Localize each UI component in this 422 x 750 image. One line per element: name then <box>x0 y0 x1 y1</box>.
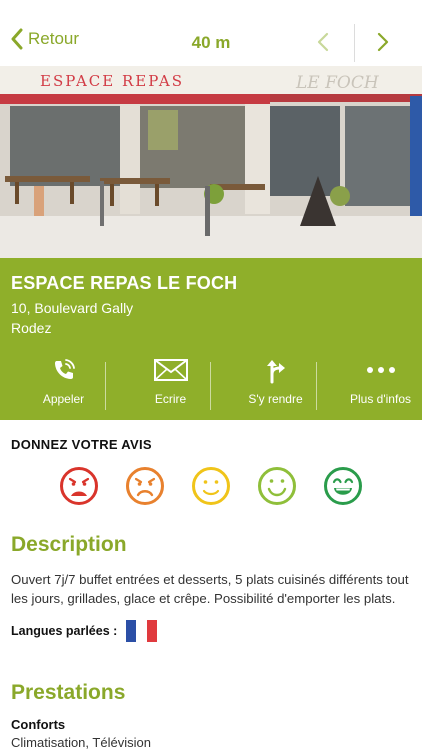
neutral-face-icon[interactable] <box>191 466 231 506</box>
more-info-label: Plus d'infos <box>350 392 411 406</box>
comfort-label: Conforts <box>11 717 66 732</box>
very-happy-face-icon[interactable] <box>323 466 363 506</box>
nav-divider <box>354 24 355 62</box>
review-title: DONNEZ VOTRE AVIS <box>11 437 152 452</box>
restaurant-photo[interactable]: ESPACE REPAS LE FOCH <box>0 66 422 258</box>
directions-icon <box>266 360 285 384</box>
description-text: Ouvert 7j/7 buffet entrées et desserts, … <box>11 572 409 606</box>
languages-label: Langues parlées : <box>11 624 118 638</box>
svg-text:ESPACE REPAS: ESPACE REPAS <box>40 72 184 90</box>
action-divider <box>105 362 106 410</box>
svg-text:LE FOCH: LE FOCH <box>295 73 380 93</box>
more-icon <box>366 367 395 373</box>
description-title: Description <box>11 533 127 556</box>
sad-face-icon[interactable] <box>125 466 165 506</box>
directions-button[interactable]: S'y rendre <box>223 354 328 416</box>
french-flag-icon <box>126 620 157 642</box>
distance-label: 40 m <box>191 33 231 52</box>
comfort-value: Climatisation, Télévision <box>11 735 151 750</box>
rating-faces <box>0 466 422 510</box>
place-name: ESPACE REPAS LE FOCH <box>11 273 238 293</box>
action-divider <box>316 362 317 410</box>
chevron-right-icon <box>377 32 389 52</box>
place-header: ESPACE REPAS LE FOCH 10, Boulevard Gally… <box>0 258 422 420</box>
call-button[interactable]: Appeler <box>11 354 116 416</box>
directions-label: S'y rendre <box>248 392 303 406</box>
action-bar: Appeler Ecrire S'y rendre Plus d'infos <box>0 354 422 416</box>
previous-button[interactable] <box>316 32 330 57</box>
services-title: Prestations <box>11 681 126 704</box>
call-label: Appeler <box>42 392 85 406</box>
envelope-icon <box>153 359 188 381</box>
place-city: Rodez <box>11 320 52 336</box>
very-sad-face-icon[interactable] <box>59 466 99 506</box>
more-info-button[interactable]: Plus d'infos <box>328 354 422 416</box>
phone-icon <box>54 359 75 379</box>
action-divider <box>210 362 211 410</box>
next-button[interactable] <box>376 32 390 57</box>
top-nav-bar: Retour 40 m <box>0 0 422 66</box>
write-label: Ecrire <box>154 392 187 406</box>
write-button[interactable]: Ecrire <box>118 354 223 416</box>
chevron-left-icon <box>317 32 329 52</box>
happy-face-icon[interactable] <box>257 466 297 506</box>
place-street: 10, Boulevard Gally <box>11 300 134 316</box>
